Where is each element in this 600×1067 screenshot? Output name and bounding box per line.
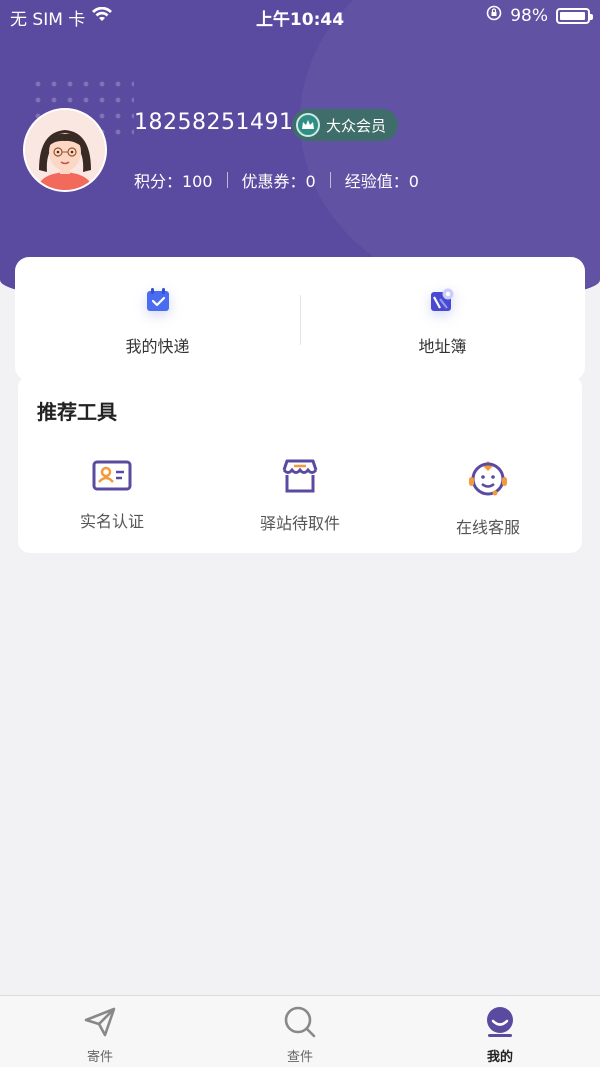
battery-fill	[560, 11, 586, 20]
member-level-label: 大众会员	[326, 116, 387, 135]
battery-icon	[556, 7, 593, 24]
crown-icon	[296, 113, 320, 137]
online-service-label: 在线客服	[455, 518, 520, 537]
station-pickup-label: 驿站待取件	[259, 514, 340, 533]
tools-title: 推荐工具	[37, 400, 117, 424]
profile-stats: 积分：100 优惠券：0 经验值：0	[134, 168, 419, 192]
id-card-icon	[92, 458, 132, 496]
station-pickup-button[interactable]: 驿站待取件	[206, 458, 394, 538]
status-right: 98%	[486, 5, 593, 26]
customer-service-icon	[467, 458, 509, 502]
my-parcels-label: 我的快递	[125, 337, 190, 356]
store-icon	[280, 458, 320, 498]
profile-icon	[483, 1006, 517, 1042]
real-name-verification-button[interactable]: 实名认证	[18, 458, 206, 538]
stats-divider	[226, 172, 228, 188]
battery-percent: 98%	[510, 5, 548, 26]
tab-bar: 寄件 查件 我的	[0, 995, 600, 1067]
tab-track-label: 查件	[286, 1050, 313, 1065]
send-icon	[83, 1006, 117, 1042]
points-stat[interactable]: 积分：100	[134, 168, 213, 192]
experience-stat[interactable]: 经验值：0	[345, 168, 419, 192]
real-name-verification-label: 实名认证	[79, 512, 144, 531]
quick-actions-card: 我的快递 地址簿	[15, 257, 585, 381]
address-book-button[interactable]: 地址簿	[300, 257, 585, 381]
map-pin-icon	[428, 285, 458, 315]
my-parcels-button[interactable]: 我的快递	[15, 257, 300, 381]
tab-track[interactable]: 查件	[200, 996, 400, 1067]
recommended-tools-card: 推荐工具 实名认证 驿站待取件 在线客服	[18, 376, 582, 553]
coupons-stat[interactable]: 优惠券：0	[242, 168, 316, 192]
header-decoration	[300, 0, 600, 300]
tab-mine[interactable]: 我的	[400, 996, 600, 1067]
orientation-lock-icon	[486, 5, 502, 26]
address-book-label: 地址簿	[418, 337, 467, 356]
member-badge[interactable]: 大众会员	[292, 109, 399, 141]
tab-send-label: 寄件	[86, 1050, 113, 1065]
quick-divider	[300, 295, 301, 345]
phone-number: 18258251491	[134, 110, 294, 135]
status-bar: 无 SIM 卡 上午10:44 98%	[0, 0, 600, 32]
package-check-icon	[143, 285, 173, 315]
stats-divider	[329, 172, 331, 188]
online-service-button[interactable]: 在线客服	[394, 458, 582, 538]
avatar[interactable]	[23, 108, 107, 192]
tab-send[interactable]: 寄件	[0, 996, 200, 1067]
tab-mine-label: 我的	[486, 1050, 513, 1065]
search-icon	[283, 1006, 317, 1042]
tools-row: 实名认证 驿站待取件 在线客服	[18, 458, 582, 538]
